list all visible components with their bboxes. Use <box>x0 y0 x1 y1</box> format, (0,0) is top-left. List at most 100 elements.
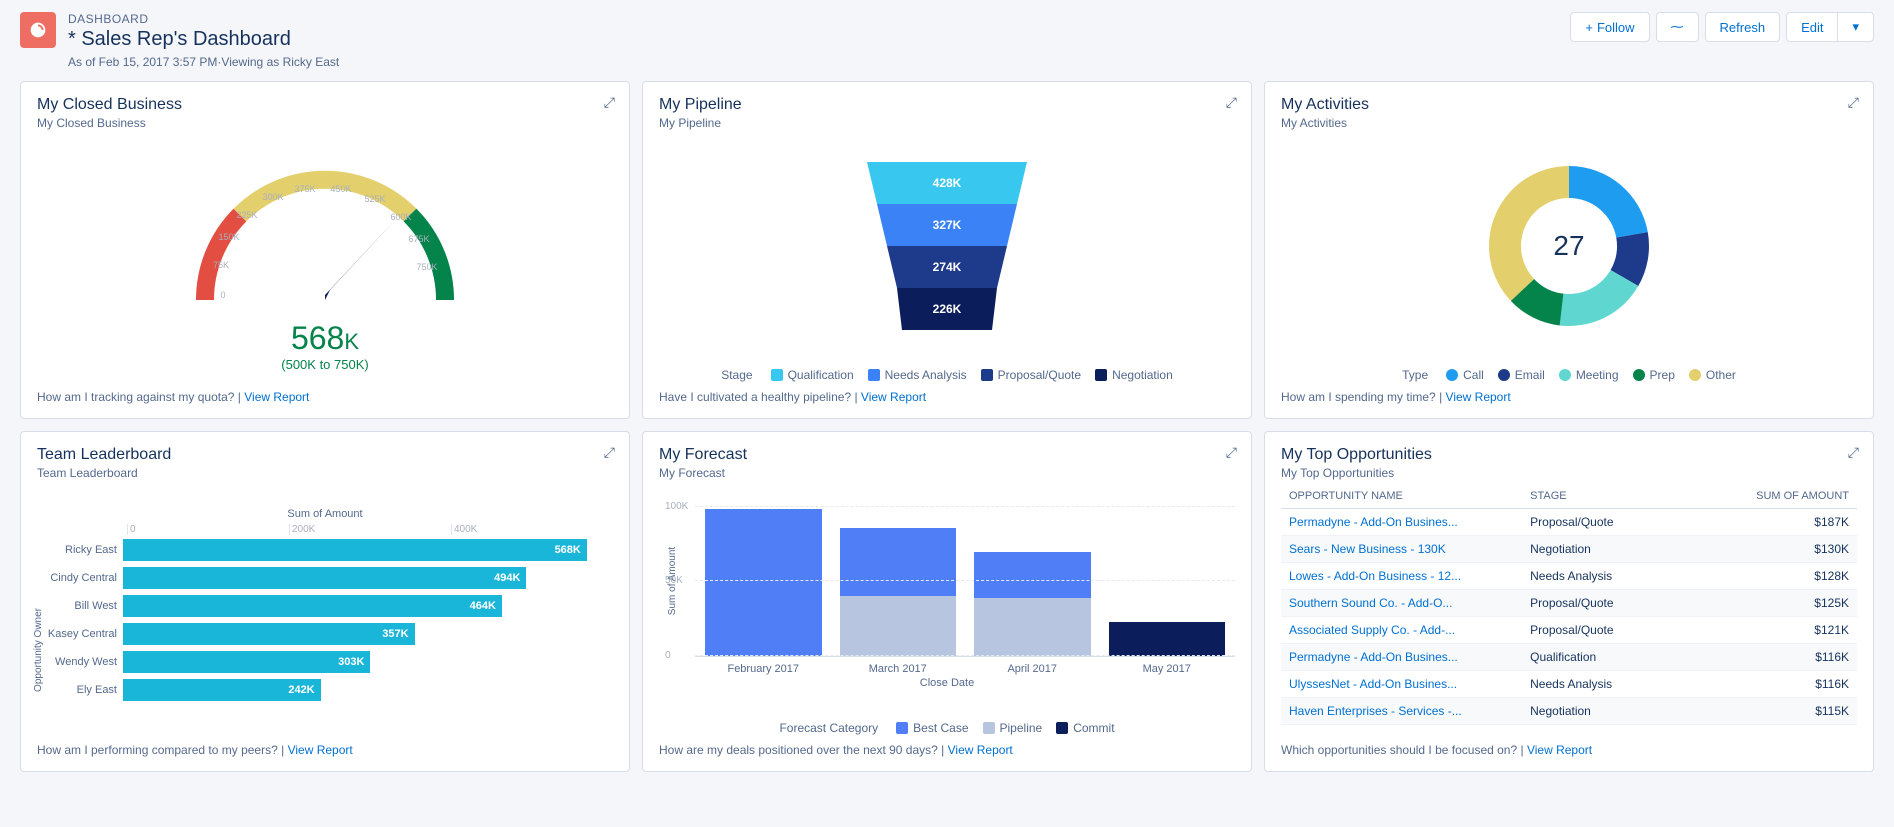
expand-icon[interactable]: ⤢ <box>1848 444 1859 461</box>
card-footer: How am I spending my time? | View Report <box>1281 390 1857 404</box>
column-segment <box>974 552 1091 598</box>
table-row[interactable]: Southern Sound Co. - Add-O...Proposal/Qu… <box>1281 590 1857 617</box>
table-row[interactable]: UlyssesNet - Add-On Busines...Needs Anal… <box>1281 671 1857 698</box>
table-cell: Proposal/Quote <box>1522 509 1682 536</box>
svg-text:600K: 600K <box>390 212 411 222</box>
col-stage[interactable]: STAGE <box>1522 484 1682 509</box>
legend-item: Email <box>1498 368 1545 382</box>
table-row[interactable]: Lowes - Add-On Business - 12...Needs Ana… <box>1281 563 1857 590</box>
opportunities-table: OPPORTUNITY NAME STAGE SUM OF AMOUNT Per… <box>1281 484 1857 725</box>
bar-label: Ely East <box>37 684 123 696</box>
opportunity-link[interactable]: Lowes - Add-On Business - 12... <box>1281 563 1522 590</box>
pipeline-card: ⤢ My Pipeline My Pipeline 428K327K274K22… <box>642 81 1252 419</box>
x-axis-label: Close Date <box>659 677 1235 689</box>
opportunity-link[interactable]: UlyssesNet - Add-On Busines... <box>1281 671 1522 698</box>
feed-button[interactable]: ⁓ <box>1656 12 1699 42</box>
y-axis-label: Opportunity Owner <box>33 608 44 692</box>
table-cell: Negotiation <box>1522 536 1682 563</box>
expand-icon[interactable]: ⤢ <box>1226 444 1237 461</box>
opportunity-link[interactable]: Sears - New Business - 130K <box>1281 536 1522 563</box>
legend-item: Other <box>1689 368 1736 382</box>
table-cell: Proposal/Quote <box>1522 617 1682 644</box>
pipeline-legend: Stage QualificationNeeds AnalysisProposa… <box>659 368 1235 382</box>
table-cell: Needs Analysis <box>1522 563 1682 590</box>
svg-text:675K: 675K <box>408 234 429 244</box>
refresh-button[interactable]: Refresh <box>1705 12 1781 42</box>
svg-text:450K: 450K <box>330 184 351 194</box>
svg-text:300K: 300K <box>262 192 283 202</box>
view-report-link[interactable]: View Report <box>948 743 1013 757</box>
view-report-link[interactable]: View Report <box>861 390 926 404</box>
legend-swatch <box>1056 722 1068 734</box>
table-row[interactable]: Permadyne - Add-On Busines...Proposal/Qu… <box>1281 509 1857 536</box>
edit-dropdown-button[interactable]: ▾ <box>1837 12 1874 42</box>
funnel-segment: 327K <box>877 204 1017 246</box>
expand-icon[interactable]: ⤢ <box>1848 94 1859 111</box>
table-row[interactable]: Haven Enterprises - Services -...Negotia… <box>1281 698 1857 725</box>
view-report-link[interactable]: View Report <box>244 390 309 404</box>
view-report-link[interactable]: View Report <box>1527 743 1592 757</box>
donut-center-value: 27 <box>1553 230 1584 262</box>
view-report-link[interactable]: View Report <box>1446 390 1511 404</box>
svg-text:150K: 150K <box>218 232 239 242</box>
bar-fill: 568K <box>123 539 587 561</box>
table-row[interactable]: Associated Supply Co. - Add-...Proposal/… <box>1281 617 1857 644</box>
bar-fill: 494K <box>123 567 526 589</box>
column-segment <box>974 598 1091 655</box>
activities-legend: Type CallEmailMeetingPrepOther <box>1281 368 1857 382</box>
column-segment <box>840 528 957 596</box>
funnel-segment: 274K <box>887 246 1007 288</box>
view-report-link[interactable]: View Report <box>288 743 353 757</box>
bar-row: Bill West464K <box>37 595 613 617</box>
follow-label: Follow <box>1597 20 1635 35</box>
gauge-range: (500K to 750K) <box>281 357 368 372</box>
gauge-chart: 0 75K 150K 225K 300K 375K 450K 525K 600K… <box>37 130 613 382</box>
edit-button[interactable]: Edit <box>1786 12 1838 42</box>
bar-fill: 303K <box>123 651 370 673</box>
bar-label: Cindy Central <box>37 572 123 584</box>
table-cell: $116K <box>1682 644 1857 671</box>
col-sum-amount[interactable]: SUM OF AMOUNT <box>1682 484 1857 509</box>
svg-text:0: 0 <box>220 290 225 300</box>
bar-row: Ricky East568K <box>37 539 613 561</box>
header-label: DASHBOARD <box>68 12 1564 26</box>
forecast-column <box>1109 622 1226 656</box>
card-subtitle: My Closed Business <box>37 116 613 130</box>
table-cell: $130K <box>1682 536 1857 563</box>
opportunity-link[interactable]: Permadyne - Add-On Busines... <box>1281 644 1522 671</box>
legend-item: Commit <box>1056 721 1114 735</box>
opportunity-link[interactable]: Permadyne - Add-On Busines... <box>1281 509 1522 536</box>
table-row[interactable]: Sears - New Business - 130KNegotiation$1… <box>1281 536 1857 563</box>
funnel-chart: 428K327K274K226K <box>659 130 1235 362</box>
bar-row: Ely East242K <box>37 679 613 701</box>
legend-swatch <box>1446 369 1458 381</box>
leaderboard-card: ⤢ Team Leaderboard Team Leaderboard Oppo… <box>20 431 630 772</box>
funnel-segment: 226K <box>897 288 997 330</box>
legend-swatch <box>771 369 783 381</box>
expand-icon[interactable]: ⤢ <box>604 444 615 461</box>
follow-button[interactable]: +Follow <box>1570 12 1649 42</box>
legend-swatch <box>1633 369 1645 381</box>
opportunity-link[interactable]: Southern Sound Co. - Add-O... <box>1281 590 1522 617</box>
donut-segment <box>1569 166 1648 238</box>
expand-icon[interactable]: ⤢ <box>1226 94 1237 111</box>
card-title: Team Leaderboard <box>37 446 613 464</box>
card-subtitle: My Forecast <box>659 466 1235 480</box>
table-row[interactable]: Permadyne - Add-On Busines...Qualificati… <box>1281 644 1857 671</box>
chart-title: Sum of Amount <box>37 508 613 520</box>
column-label: February 2017 <box>705 663 822 675</box>
expand-icon[interactable]: ⤢ <box>604 94 615 111</box>
opportunity-link[interactable]: Haven Enterprises - Services -... <box>1281 698 1522 725</box>
pulse-icon: ⁓ <box>1671 19 1684 35</box>
table-cell: $187K <box>1682 509 1857 536</box>
legend-swatch <box>896 722 908 734</box>
col-opportunity-name[interactable]: OPPORTUNITY NAME <box>1281 484 1522 509</box>
column-label: May 2017 <box>1109 663 1226 675</box>
funnel-segment: 428K <box>867 162 1027 204</box>
opportunity-link[interactable]: Associated Supply Co. - Add-... <box>1281 617 1522 644</box>
card-title: My Forecast <box>659 446 1235 464</box>
edit-button-group: Edit ▾ <box>1780 12 1874 42</box>
refresh-label: Refresh <box>1720 20 1766 35</box>
donut-chart: 27 <box>1281 130 1857 362</box>
bar-label: Ricky East <box>37 544 123 556</box>
